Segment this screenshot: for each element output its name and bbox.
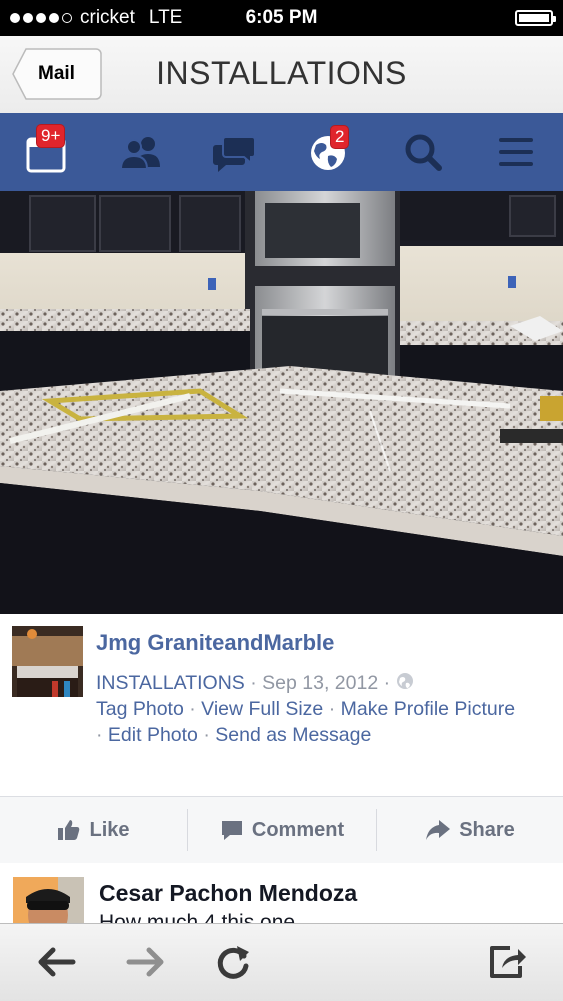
- notifications-globe-icon[interactable]: 2: [308, 125, 352, 173]
- make-profile-picture-link[interactable]: Make Profile Picture: [341, 698, 515, 720]
- photo-meta: INSTALLATIONS · Sep 13, 2012 ·: [96, 670, 556, 697]
- share-label: Share: [459, 818, 515, 841]
- browser-toolbar: [0, 923, 563, 1001]
- notifications-badge: 2: [330, 125, 350, 149]
- tag-photo-link[interactable]: Tag Photo: [96, 698, 184, 720]
- menu-icon[interactable]: [496, 131, 540, 173]
- like-label: Like: [89, 818, 130, 841]
- share-icon[interactable]: [488, 942, 528, 982]
- send-as-message-link[interactable]: Send as Message: [215, 724, 371, 746]
- facebook-top-bar: 9+ 2: [0, 113, 563, 191]
- navigation-bar: Mail INSTALLATIONS: [0, 36, 563, 114]
- album-link[interactable]: INSTALLATIONS: [96, 672, 245, 694]
- view-full-size-link[interactable]: View Full Size: [201, 698, 323, 720]
- search-icon[interactable]: [402, 131, 446, 173]
- friends-icon[interactable]: [118, 131, 162, 173]
- photo-info-section: Jmg GraniteandMarble INSTALLATIONS · Sep…: [0, 614, 563, 796]
- kitchen-countertop-photo[interactable]: [0, 191, 563, 614]
- post-date: Sep 13, 2012: [262, 672, 379, 694]
- comment-text: How much 4 this one: [99, 911, 296, 923]
- page-title: INSTALLATIONS: [156, 55, 407, 91]
- battery-icon: [515, 10, 556, 26]
- share-arrow-icon: [426, 820, 451, 840]
- photo-actions: Tag Photo · View Full Size · Make Profil…: [96, 698, 516, 746]
- edit-photo-link[interactable]: Edit Photo: [108, 724, 198, 746]
- poster-name-link[interactable]: Jmg GraniteandMarble: [96, 630, 334, 656]
- comment-bubble-icon: [221, 821, 242, 840]
- separator-dot: ·: [383, 672, 396, 694]
- commenter-name[interactable]: Cesar Pachon Mendoza: [99, 880, 357, 907]
- forward-arrow-icon[interactable]: [125, 942, 165, 982]
- share-button[interactable]: Share: [377, 797, 563, 863]
- thumbs-up-icon: [58, 820, 80, 840]
- back-arrow-icon[interactable]: [37, 942, 77, 982]
- friend-requests-badge: 9+: [36, 124, 66, 148]
- comment-item: Cesar Pachon Mendoza How much 4 this one: [0, 863, 563, 923]
- status-bar: cricket LTE 6:05 PM: [0, 0, 563, 36]
- poster-profile-picture[interactable]: [12, 626, 83, 697]
- like-comment-share-bar: Like Comment Share: [0, 796, 563, 864]
- messages-icon[interactable]: [212, 131, 256, 173]
- reload-icon[interactable]: [213, 942, 253, 982]
- like-button[interactable]: Like: [0, 797, 187, 863]
- commenter-avatar[interactable]: [13, 877, 84, 923]
- comment-label: Comment: [251, 818, 345, 841]
- privacy-globe-icon: [396, 671, 414, 697]
- clock: 6:05 PM: [245, 7, 318, 28]
- friend-requests-icon[interactable]: 9+: [26, 124, 70, 173]
- separator-dot: ·: [250, 672, 263, 694]
- comment-button[interactable]: Comment: [188, 797, 376, 863]
